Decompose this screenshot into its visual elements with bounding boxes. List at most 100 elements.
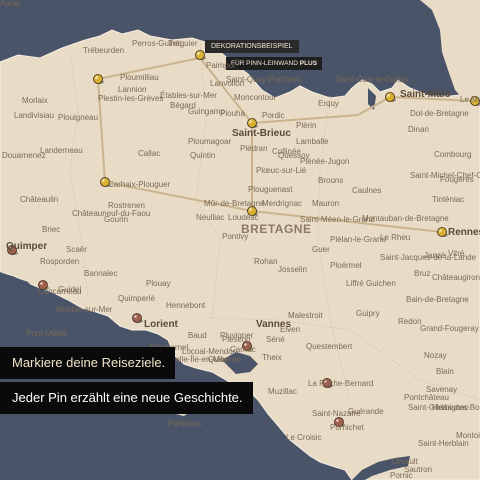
pin-head <box>93 74 103 84</box>
place-label: Plérin <box>296 121 317 130</box>
place-label: Plouay <box>146 279 171 288</box>
place-label: Blain <box>436 367 454 376</box>
place-label: Plélan-le-Grand <box>330 235 387 244</box>
place-label: Douarnenez <box>2 151 46 160</box>
place-label: Briec <box>42 225 61 234</box>
place-label: Paimpol <box>206 61 235 70</box>
pin-highlight <box>439 229 442 232</box>
place-label: Bain-de-Bretagne <box>406 295 469 304</box>
place-label: Le Rheu <box>380 233 411 242</box>
caption-line-2: Jeder Pin erzählt eine neue Geschichte. <box>0 382 253 414</box>
place-label: Theix <box>262 353 282 362</box>
place-label: Carnac <box>230 345 256 354</box>
place-label: Saint-Brieuc <box>232 128 291 139</box>
place-label: Broons <box>318 176 344 185</box>
place-label: Combourg <box>434 150 472 159</box>
place-label: Ploumagoar <box>188 137 232 146</box>
example-tag: DEKORATIONSBEISPIEL <box>205 40 299 53</box>
pin-highlight <box>197 52 200 55</box>
place-label: Hennebont <box>166 301 206 310</box>
pin-head <box>437 227 447 237</box>
place-label: Pontchâteau <box>404 393 449 402</box>
place-label: Bruz <box>414 269 431 278</box>
place-label: Merdrignac <box>262 199 303 208</box>
place-label: Loudéac <box>228 213 259 222</box>
place-label: Châteaugiron <box>432 273 480 282</box>
pin-head <box>195 50 205 60</box>
place-label: Janzé <box>424 251 446 260</box>
place-label: Nozay <box>424 351 447 360</box>
place-label: Pluvigner <box>220 331 254 340</box>
place-label: Malestroit <box>288 311 323 320</box>
place-label: Baud <box>188 331 207 340</box>
place-label: Josselin <box>278 265 307 274</box>
pin-highlight <box>249 120 252 123</box>
caption-line-1: Markiere deine Reiseziele. <box>0 347 176 379</box>
pin-highlight <box>40 282 43 285</box>
place-label: Rohan <box>254 257 278 266</box>
place-label: Dol-de-Bretagne <box>410 109 469 118</box>
place-label: Pontivy <box>222 232 249 241</box>
place-label: Quintin <box>190 151 216 160</box>
place-label: Quimperlé <box>118 294 155 303</box>
place-label: Ploërmel <box>330 261 362 270</box>
place-label: Quiberon <box>208 355 241 364</box>
place-label: Muzillac <box>268 387 297 396</box>
place-label: Saint-Michel-Chef-Chef <box>410 171 480 180</box>
place-label: Carhaix-Plouguer <box>108 180 171 189</box>
place-label: Callac <box>138 149 161 158</box>
place-label: La Roche-Bernard <box>308 379 374 388</box>
place-label: Plestin-les-Grèves <box>98 94 164 103</box>
tag-line-1: DEKORATIONSBEISPIEL <box>211 43 293 50</box>
pin-highlight <box>387 94 390 97</box>
place-label: Plouigneau <box>58 113 99 122</box>
place-label: Châteaulin <box>20 195 59 204</box>
place-label: Elven <box>280 325 301 334</box>
place-label: Morlaix <box>22 96 48 105</box>
place-label: Montauban-de-Bretagne <box>362 214 449 223</box>
place-label: Erquy <box>318 99 339 108</box>
place-label: Auray <box>0 0 21 8</box>
tag-line-2: FÜR PINN-LEINWAND <box>231 60 298 67</box>
place-label: Lannion <box>118 85 147 94</box>
place-label: Moncontour <box>234 93 277 102</box>
place-label: Étables-sur-Mer <box>160 91 217 100</box>
place-label: Lorient <box>144 319 178 330</box>
place-label: Pornic <box>390 471 413 480</box>
pin-highlight <box>249 208 252 211</box>
place-label: Le Mont-Saint-Michel <box>460 95 480 104</box>
region-name: BRETAGNE <box>241 222 312 236</box>
place-label: Plédran <box>240 144 268 153</box>
place-label: Le Croisic <box>286 433 322 442</box>
place-label: Saint-Malo <box>400 89 451 100</box>
place-label: Herbignac <box>432 403 469 412</box>
pin-head <box>247 118 257 128</box>
place-label: Châteauneuf-du-Faou <box>72 209 151 218</box>
place-label: Pornichet <box>330 423 364 432</box>
place-label: Lanvollon <box>210 79 245 88</box>
place-label: Moëlan-sur-Mer <box>56 305 113 314</box>
place-label: Caulnes <box>352 186 382 195</box>
tag-line-2-bold: PLUS <box>299 60 318 67</box>
place-label: Landerneau <box>40 146 83 155</box>
place-label: Tréguier <box>168 39 198 48</box>
place-label: Guipry <box>356 309 380 318</box>
place-label: Pont-l'Abbé <box>26 329 68 338</box>
place-label: Pordic <box>262 111 285 120</box>
place-label: Pontrieux <box>168 419 202 428</box>
place-label: Redon <box>398 317 422 326</box>
place-label: Plouha <box>220 109 245 118</box>
pin-highlight <box>102 179 105 182</box>
place-label: Rennes <box>448 227 480 238</box>
place-label: Saint-Herblain <box>418 439 469 448</box>
place-label: Plouguenast <box>248 185 293 194</box>
pin-highlight <box>336 419 339 422</box>
example-tag-2: FÜR PINN-LEINWAND PLUS <box>226 57 323 70</box>
map-stage: BRETAGNE DEKORATIONSBEISPIEL FÜR PINN-LE… <box>0 0 480 480</box>
pin-head <box>132 313 142 323</box>
place-label: Rosporden <box>40 257 80 266</box>
place-label: Bannalec <box>84 269 118 278</box>
place-label: Saint-Cast-le-Guildo <box>336 75 409 84</box>
place-label: Séné <box>266 335 285 344</box>
place-label: Ploumilliau <box>120 73 159 82</box>
